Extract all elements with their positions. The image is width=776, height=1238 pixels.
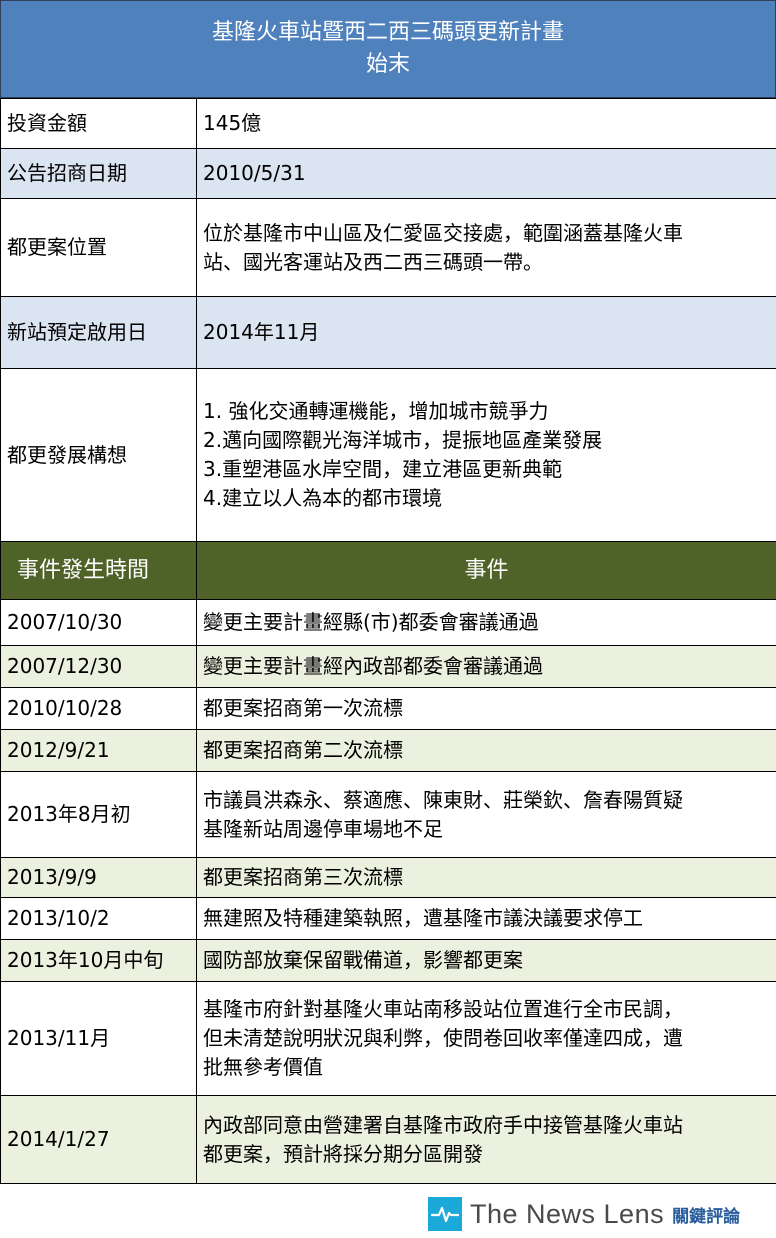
info-row-announce-date: 公告招商日期 2010/5/31 (0, 148, 776, 199)
info-value: 2010/5/31 (196, 148, 776, 199)
brand-name-zh: 關鍵評論 (672, 1206, 741, 1227)
info-label: 新站預定啟用日 (0, 296, 197, 369)
event-row: 2013/9/9 都更案招商第三次流標 (0, 857, 776, 898)
event-date: 2013/9/9 (0, 857, 197, 898)
event-row: 2013/11月 基隆市府針對基隆火車站南移設站位置進行全市民調， 但未清楚說明… (0, 981, 776, 1096)
event-date: 2013/11月 (0, 981, 197, 1096)
project-info-table: 投資金額 145億 公告招商日期 2010/5/31 都更案位置 位於基隆市中山… (0, 98, 776, 542)
info-label: 投資金額 (0, 98, 197, 149)
event-row: 2013年8月初 市議員洪森永、蔡適應、陳東財、莊榮欽、詹春陽質疑 基隆新站周邊… (0, 771, 776, 858)
event-date: 2007/12/30 (0, 645, 197, 688)
events-header-event: 事件 (196, 541, 776, 600)
info-value: 145億 (196, 98, 776, 149)
event-date: 2010/10/28 (0, 687, 197, 730)
info-row-concept: 都更發展構想 1. 強化交通轉運機能，增加城市競爭力 2.邁向國際觀光海洋城市，… (0, 368, 776, 542)
event-text: 內政部同意由營建署自基隆市政府手中接管基隆火車站 都更案，預計將採分期分區開發 (196, 1095, 776, 1184)
title-line-1: 基隆火車站暨西二西三碼頭更新計畫 (211, 20, 564, 45)
event-text: 都更案招商第二次流標 (196, 729, 776, 772)
events-header-row: 事件發生時間 事件 (0, 541, 776, 600)
event-row: 2007/10/30 變更主要計畫經縣(市)都委會審議通過 (0, 599, 776, 646)
event-date: 2013/10/2 (0, 897, 197, 940)
event-date: 2013年10月中旬 (0, 939, 197, 982)
title-line-2: 始末 (365, 52, 410, 77)
event-date: 2013年8月初 (0, 771, 197, 858)
info-label: 都更發展構想 (0, 368, 197, 542)
event-row: 2007/12/30 變更主要計畫經內政部都委會審議通過 (0, 645, 776, 688)
event-date: 2007/10/30 (0, 599, 197, 646)
event-row: 2014/1/27 內政部同意由營建署自基隆市政府手中接管基隆火車站 都更案，預… (0, 1095, 776, 1184)
info-row-investment: 投資金額 145億 (0, 98, 776, 149)
event-row: 2013/10/2 無建照及特種建築執照，遭基隆市議決議要求停工 (0, 897, 776, 940)
event-date: 2014/1/27 (0, 1095, 197, 1184)
event-text: 都更案招商第三次流標 (196, 857, 776, 898)
pulse-line-icon (428, 1197, 462, 1231)
events-table: 事件發生時間 事件 2007/10/30 變更主要計畫經縣(市)都委會審議通過 … (0, 541, 776, 1184)
info-value: 位於基隆市中山區及仁愛區交接處，範圍涵蓋基隆火車 站、國光客運站及西二西三碼頭一… (196, 198, 776, 297)
event-text: 基隆市府針對基隆火車站南移設站位置進行全市民調， 但未清楚說明狀況與利弊，使問卷… (196, 981, 776, 1096)
event-text: 都更案招商第一次流標 (196, 687, 776, 730)
info-label: 公告招商日期 (0, 148, 197, 199)
events-header-date: 事件發生時間 (0, 541, 197, 600)
event-text: 變更主要計畫經內政部都委會審議通過 (196, 645, 776, 688)
event-text: 無建照及特種建築執照，遭基隆市議決議要求停工 (196, 897, 776, 940)
event-text: 國防部放棄保留戰備道，影響都更案 (196, 939, 776, 982)
event-text: 變更主要計畫經縣(市)都委會審議通過 (196, 599, 776, 646)
info-label: 都更案位置 (0, 198, 197, 297)
event-date: 2012/9/21 (0, 729, 197, 772)
event-row: 2013年10月中旬 國防部放棄保留戰備道，影響都更案 (0, 939, 776, 982)
brand-footer: The News Lens 關鍵評論 (428, 1196, 740, 1232)
table-title: 基隆火車站暨西二西三碼頭更新計畫 始末 (0, 0, 776, 98)
event-row: 2012/9/21 都更案招商第二次流標 (0, 729, 776, 772)
info-value: 2014年11月 (196, 296, 776, 369)
event-row: 2010/10/28 都更案招商第一次流標 (0, 687, 776, 730)
info-row-location: 都更案位置 位於基隆市中山區及仁愛區交接處，範圍涵蓋基隆火車 站、國光客運站及西… (0, 198, 776, 297)
info-row-open-date: 新站預定啟用日 2014年11月 (0, 296, 776, 369)
brand-name: The News Lens (470, 1198, 665, 1229)
info-value: 1. 強化交通轉運機能，增加城市競爭力 2.邁向國際觀光海洋城市，提振地區產業發… (196, 368, 776, 542)
event-text: 市議員洪森永、蔡適應、陳東財、莊榮欽、詹春陽質疑 基隆新站周邊停車場地不足 (196, 771, 776, 858)
